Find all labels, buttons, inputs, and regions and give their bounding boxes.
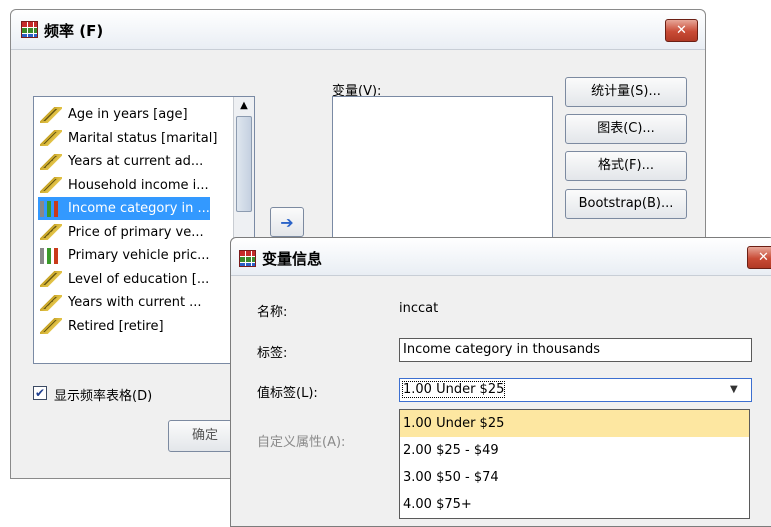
scale-ruler-icon: [40, 271, 62, 287]
value-labels-dropdown[interactable]: 1.00 Under $25 ▼: [399, 378, 752, 402]
statistics-button[interactable]: 统计量(S)...: [565, 77, 687, 107]
scale-ruler-icon: [40, 294, 62, 311]
variable-list-item[interactable]: Years with current ...: [40, 291, 202, 314]
app-grid-icon: [21, 21, 38, 38]
scale-ruler-icon: [40, 224, 62, 240]
variable-label: Primary vehicle pric...: [68, 248, 210, 263]
variable-label: Years at current ad...: [68, 154, 204, 169]
scale-ruler-icon: [40, 106, 62, 123]
variable-info-dialog: 变量信息 ✕ 名称: inccat 标签: Income category in…: [230, 237, 771, 527]
variable-info-titlebar: 变量信息 ✕: [231, 238, 771, 276]
ordinal-bar-chart-icon: [40, 200, 62, 217]
label-label: 标签:: [257, 346, 288, 361]
custom-attributes-label: 自定义属性(A):: [257, 435, 346, 450]
name-value: inccat: [399, 301, 439, 316]
variable-list-item[interactable]: Price of primary ve...: [40, 221, 204, 244]
dropdown-arrow-icon[interactable]: ▼: [730, 379, 738, 401]
close-icon: ✕: [758, 250, 769, 265]
scale-ruler-icon: [40, 153, 62, 170]
format-button[interactable]: 格式(F)...: [565, 151, 687, 181]
value-label-option[interactable]: 1.00 Under $25: [400, 410, 749, 437]
variable-list-item[interactable]: Years at current ad...: [40, 150, 203, 173]
charts-button[interactable]: 图表(C)...: [565, 114, 687, 144]
variable-list-item[interactable]: Age in years [age]: [40, 103, 188, 126]
variable-list-item[interactable]: Primary vehicle pric...: [40, 244, 210, 267]
checkmark-icon: ✔: [34, 386, 46, 400]
variable-list-item[interactable]: Retired [retire]: [40, 315, 164, 338]
value-label-option[interactable]: 4.00 $75+: [400, 491, 749, 518]
show-frequency-tables-label: 显示频率表格(D): [54, 389, 153, 404]
ordinal-bar-chart-icon: [40, 247, 62, 264]
frequencies-close-button[interactable]: ✕: [665, 19, 698, 42]
app-grid-icon: [239, 250, 256, 267]
frequencies-title: 频率 (F): [44, 22, 104, 40]
show-frequency-tables-checkbox[interactable]: ✔: [33, 386, 47, 400]
variable-label: Level of education [...: [68, 271, 210, 287]
value-label-option[interactable]: 2.00 $25 - $49: [400, 437, 749, 464]
variable-list-item[interactable]: Level of education [...: [40, 268, 209, 291]
bootstrap-button[interactable]: Bootstrap(B)...: [565, 189, 687, 219]
variable-label: Price of primary ve...: [68, 224, 204, 240]
source-variable-list[interactable]: Age in years [age] Marital status [marita…: [33, 96, 255, 364]
scroll-thumb[interactable]: [236, 116, 252, 212]
close-icon: ✕: [676, 23, 687, 38]
variable-label: Age in years [age]: [68, 107, 188, 122]
move-to-variables-button[interactable]: ➔: [270, 207, 304, 237]
variable-list-item[interactable]: Marital status [marital]: [40, 127, 217, 150]
label-value-field: Income category in thousands: [399, 338, 752, 362]
variable-list-item[interactable]: Income category in ...: [38, 197, 210, 220]
scroll-up-arrow-icon[interactable]: ▲: [234, 97, 254, 115]
frequencies-titlebar: 频率 (F) ✕: [11, 10, 705, 50]
variable-label: Retired [retire]: [68, 318, 164, 334]
variable-info-title: 变量信息: [262, 250, 323, 268]
variable-label: Marital status [marital]: [68, 130, 218, 146]
scale-ruler-icon: [40, 318, 62, 334]
target-variable-list[interactable]: [332, 96, 553, 246]
right-arrow-icon: ➔: [280, 213, 294, 232]
variable-info-close-button[interactable]: ✕: [747, 246, 771, 269]
variable-list-item[interactable]: Household income i...: [40, 174, 209, 197]
variable-label: Years with current ...: [68, 295, 202, 310]
value-label-option[interactable]: 3.00 $50 - $74: [400, 464, 749, 491]
scale-ruler-icon: [40, 177, 62, 193]
scale-ruler-icon: [40, 130, 62, 146]
value-labels-label: 值标签(L):: [257, 386, 318, 401]
variable-label: Household income i...: [68, 177, 209, 193]
name-label: 名称:: [257, 305, 288, 320]
value-labels-options: 1.00 Under $25 2.00 $25 - $49 3.00 $50 - $…: [399, 409, 750, 519]
variable-label: Income category in ...: [68, 201, 210, 216]
